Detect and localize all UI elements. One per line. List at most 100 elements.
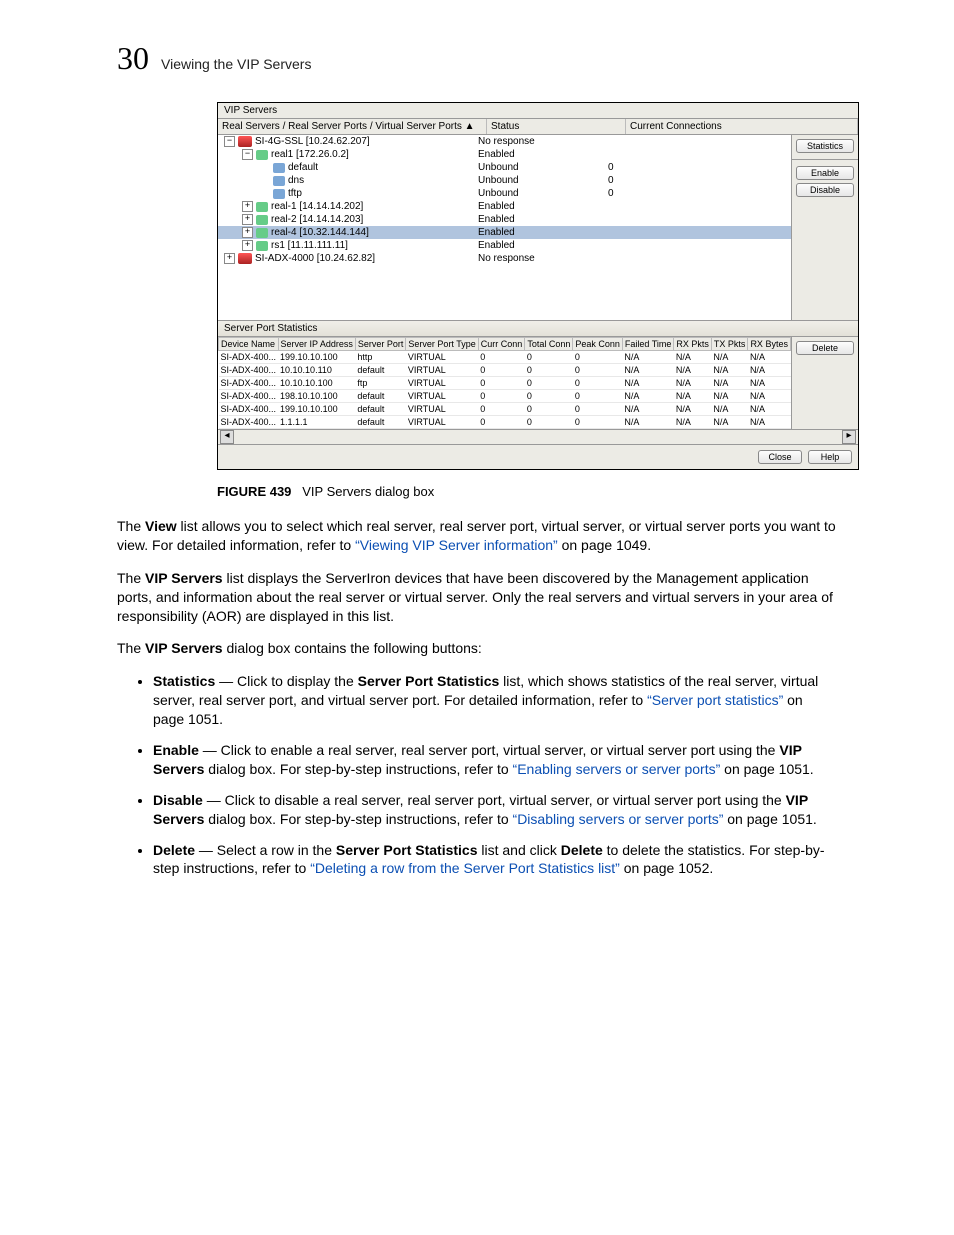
stat-column-header[interactable]: TX Pkts	[711, 338, 748, 351]
list-item: Statistics — Click to display the Server…	[153, 672, 837, 729]
figure-caption: FIGURE 439 VIP Servers dialog box	[217, 484, 837, 499]
tree-row[interactable]: tftpUnbound0	[218, 187, 791, 200]
tree-row[interactable]: − real1 [172.26.0.2] Enabled	[218, 148, 791, 161]
statistics-button[interactable]: Statistics	[796, 139, 854, 153]
scroll-left-icon[interactable]: ◂	[220, 430, 234, 444]
server-port-statistics-table[interactable]: Device NameServer IP AddressServer PortS…	[218, 337, 791, 429]
tree-row[interactable]: − SI-4G-SSL [10.24.62.207] No response	[218, 135, 791, 148]
tree-row-label: SI-4G-SSL [10.24.62.207]	[255, 135, 370, 148]
page-number: 30	[117, 40, 149, 77]
tree-row-connections: 0	[608, 161, 791, 174]
tree-row-label: real-4 [10.32.144.144]	[271, 226, 369, 239]
server-icon	[256, 241, 268, 251]
help-button[interactable]: Help	[808, 450, 852, 464]
vip-servers-dialog: VIP Servers Real Servers / Real Server P…	[217, 102, 859, 470]
tree-row[interactable]: + SI-ADX-4000 [10.24.62.82] No response	[218, 252, 791, 265]
tree-row[interactable]: + real-4 [10.32.144.144] Enabled	[218, 226, 791, 239]
paragraph-buttons-intro: The VIP Servers dialog box contains the …	[117, 639, 837, 658]
tree-row-status: Enabled	[478, 148, 608, 161]
stat-column-header[interactable]: Curr Conn	[478, 338, 525, 351]
stat-column-header[interactable]: RX Bytes	[748, 338, 791, 351]
tree-row-label: default	[288, 161, 318, 174]
cross-reference-link[interactable]: “Deleting a row from the Server Port Sta…	[310, 860, 620, 876]
tree-row-status: No response	[478, 252, 608, 265]
device-icon	[238, 253, 252, 264]
server-icon	[256, 202, 268, 212]
tree-column-connections[interactable]: Current Connections	[626, 119, 858, 134]
tree-row[interactable]: + rs1 [11.11.111.11] Enabled	[218, 239, 791, 252]
tree-row-label: rs1 [11.11.111.11]	[271, 239, 348, 252]
tree-row[interactable]: dnsUnbound0	[218, 174, 791, 187]
tree-row-status: Enabled	[478, 226, 608, 239]
expand-collapse-icon[interactable]: −	[224, 136, 235, 147]
scroll-right-icon[interactable]: ▸	[842, 430, 856, 444]
port-icon	[273, 163, 285, 173]
dialog-title: VIP Servers	[218, 103, 858, 119]
delete-button[interactable]: Delete	[796, 341, 854, 355]
tree-row-status: Unbound	[478, 187, 608, 200]
list-item: Enable — Click to enable a real server, …	[153, 741, 837, 779]
paragraph-vip-list: The VIP Servers list displays the Server…	[117, 569, 837, 626]
list-item: Delete — Select a row in the Server Port…	[153, 841, 837, 879]
stat-column-header[interactable]: Device Name	[219, 338, 279, 351]
stat-column-header[interactable]: RX Pkts	[674, 338, 712, 351]
disable-button[interactable]: Disable	[796, 183, 854, 197]
tree-row-label: tftp	[288, 187, 302, 200]
expand-collapse-icon[interactable]: +	[242, 214, 253, 225]
enable-button[interactable]: Enable	[796, 166, 854, 180]
cross-reference-link[interactable]: “Disabling servers or server ports”	[513, 811, 724, 827]
button-bullet-list: Statistics — Click to display the Server…	[117, 672, 837, 878]
expand-collapse-icon[interactable]: +	[224, 253, 235, 264]
stat-column-header[interactable]: Server Port	[355, 338, 406, 351]
table-row[interactable]: SI-ADX-400...198.10.10.100defaultVIRTUAL…	[219, 390, 791, 403]
server-tree[interactable]: −SI-4G-SSL [10.24.62.207]No response−rea…	[218, 135, 791, 320]
expand-collapse-icon[interactable]: +	[242, 227, 253, 238]
stat-column-header[interactable]: Peak Conn	[573, 338, 623, 351]
stat-column-header[interactable]: Server Port Type	[406, 338, 478, 351]
tree-row-status: Unbound	[478, 174, 608, 187]
list-item: Disable — Click to disable a real server…	[153, 791, 837, 829]
stat-column-header[interactable]: Failed Time	[622, 338, 674, 351]
tree-row-status: No response	[478, 135, 608, 148]
tree-row-label: real-1 [14.14.14.202]	[271, 200, 363, 213]
tree-row[interactable]: + real-1 [14.14.14.202] Enabled	[218, 200, 791, 213]
server-icon	[256, 228, 268, 238]
horizontal-scrollbar[interactable]: ◂ ▸	[218, 429, 858, 444]
tree-row-label: real-2 [14.14.14.203]	[271, 213, 363, 226]
figure-label: FIGURE 439	[217, 484, 291, 499]
port-icon	[273, 176, 285, 186]
table-row[interactable]: SI-ADX-400...1.1.1.1defaultVIRTUAL000N/A…	[219, 416, 791, 429]
expand-collapse-icon[interactable]: +	[242, 201, 253, 212]
link-viewing-vip-info[interactable]: “Viewing VIP Server information”	[355, 537, 558, 553]
table-row[interactable]: SI-ADX-400...10.10.10.100ftpVIRTUAL000N/…	[219, 377, 791, 390]
tree-row-status: Enabled	[478, 239, 608, 252]
tree-row[interactable]: defaultUnbound0	[218, 161, 791, 174]
tree-column-servers[interactable]: Real Servers / Real Server Ports / Virtu…	[218, 119, 487, 134]
tree-row-label: SI-ADX-4000 [10.24.62.82]	[255, 252, 375, 265]
side-button-column: Statistics Enable Disable	[791, 135, 858, 320]
server-icon	[256, 215, 268, 225]
server-icon	[256, 150, 268, 160]
tree-row-connections: 0	[608, 174, 791, 187]
tree-row-status: Enabled	[478, 213, 608, 226]
figure-caption-text: VIP Servers dialog box	[302, 484, 434, 499]
tree-header-row: Real Servers / Real Server Ports / Virtu…	[218, 119, 858, 135]
stat-column-header[interactable]: Total Conn	[525, 338, 573, 351]
table-row[interactable]: SI-ADX-400...199.10.10.100defaultVIRTUAL…	[219, 403, 791, 416]
table-row[interactable]: SI-ADX-400...199.10.10.100httpVIRTUAL000…	[219, 351, 791, 364]
cross-reference-link[interactable]: “Enabling servers or server ports”	[513, 761, 721, 777]
expand-collapse-icon[interactable]: −	[242, 149, 253, 160]
close-button[interactable]: Close	[758, 450, 802, 464]
tree-row[interactable]: + real-2 [14.14.14.203] Enabled	[218, 213, 791, 226]
stat-column-header[interactable]: Server IP Address	[278, 338, 355, 351]
page-header: 30 Viewing the VIP Servers	[117, 40, 837, 77]
section-title: Viewing the VIP Servers	[161, 56, 311, 72]
port-icon	[273, 189, 285, 199]
stats-button-column: Delete	[791, 337, 858, 429]
cross-reference-link[interactable]: “Server port statistics”	[647, 692, 783, 708]
tree-row-label: real1 [172.26.0.2]	[271, 148, 349, 161]
expand-collapse-icon[interactable]: +	[242, 240, 253, 251]
table-row[interactable]: SI-ADX-400...10.10.10.110defaultVIRTUAL0…	[219, 364, 791, 377]
tree-row-status: Enabled	[478, 200, 608, 213]
tree-column-status[interactable]: Status	[487, 119, 626, 134]
